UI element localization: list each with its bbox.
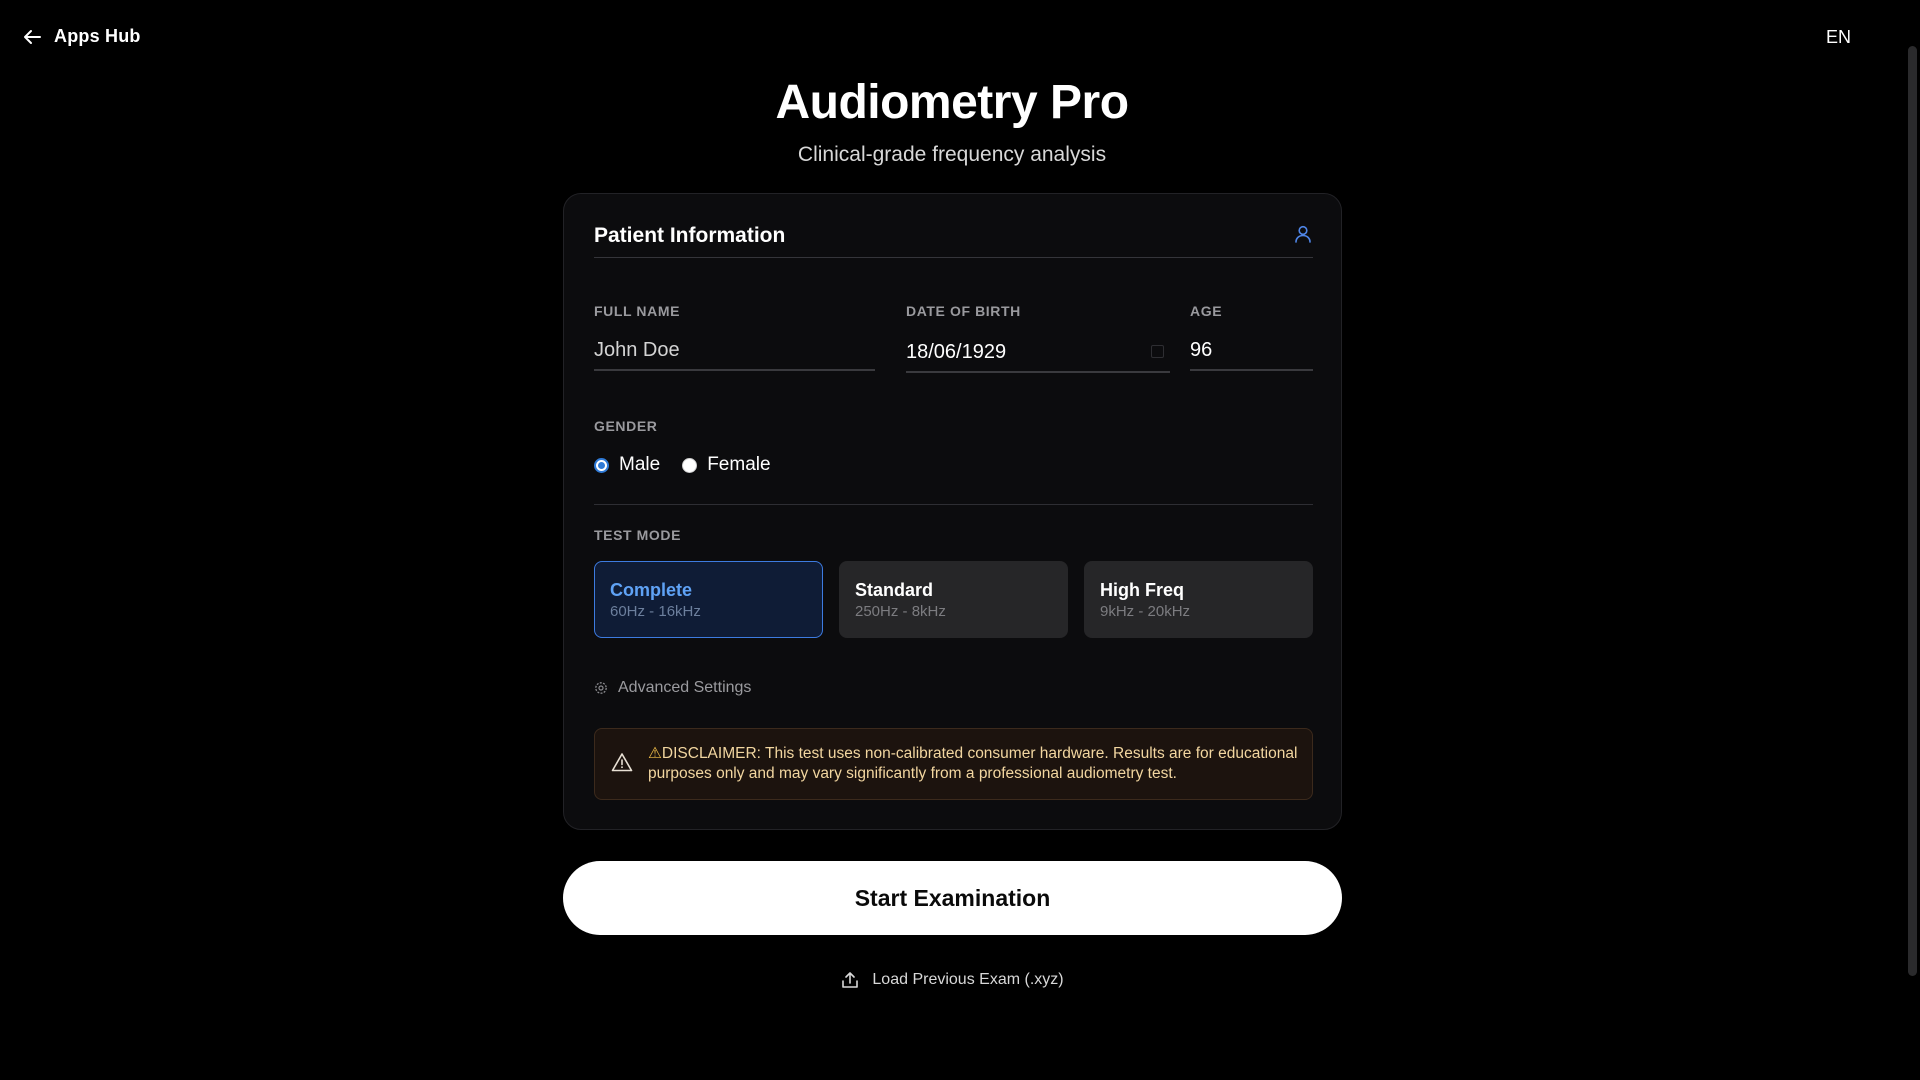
gender-option-male[interactable]: Male	[594, 454, 660, 476]
disclaimer-box: ⚠DISCLAIMER: This test uses non-calibrat…	[594, 728, 1313, 800]
mode-name: Complete	[610, 580, 693, 600]
mode-range: 9kHz - 20kHz	[1100, 603, 1191, 620]
top-bar: Apps Hub EN	[0, 0, 1920, 76]
female-radio[interactable]	[682, 457, 698, 473]
patient-card-header: Patient Information	[594, 224, 1313, 258]
mode-range: 60Hz - 16kHz	[610, 603, 701, 620]
advanced-settings-label: Advanced Settings	[618, 679, 752, 696]
test-mode-complete[interactable]: Complete 60Hz - 16kHz	[594, 561, 823, 638]
user-icon	[1295, 225, 1311, 243]
start-examination-button[interactable]: Start Examination	[563, 861, 1342, 935]
back-to-apps-hub-link[interactable]: Apps Hub	[22, 26, 141, 47]
male-radio-label[interactable]: Male	[619, 454, 660, 476]
page-subtitle: Clinical-grade frequency analysis	[797, 143, 1107, 166]
disclaimer-text-wrapper: ⚠DISCLAIMER: This test uses non-calibrat…	[648, 744, 1298, 784]
disclaimer-text: DISCLAIMER: This test uses non-calibrate…	[648, 745, 1298, 782]
warning-emoji-icon: ⚠	[648, 745, 662, 762]
load-previous-exam-link[interactable]: Load Previous Exam (.xyz)	[0, 970, 1904, 990]
arrow-left-icon	[24, 29, 41, 44]
warning-triangle-icon	[611, 753, 633, 772]
gender-radio-group: Male Female	[594, 453, 793, 477]
age-label: AGE	[1190, 303, 1223, 319]
full-name-label: FULL NAME	[594, 303, 681, 319]
test-mode-label: TEST MODE	[594, 527, 682, 543]
mode-name: High Freq	[1100, 580, 1184, 600]
calendar-icon[interactable]	[1151, 345, 1164, 358]
scrollbar-thumb[interactable]	[1908, 46, 1917, 976]
age-input[interactable]	[1190, 331, 1313, 371]
date-of-birth-input[interactable]	[906, 333, 1170, 373]
load-previous-exam-label: Load Previous Exam (.xyz)	[872, 971, 1064, 988]
page-header: Audiometry Pro Clinical-grade frequency …	[0, 74, 1904, 168]
advanced-settings-toggle[interactable]: Advanced Settings	[594, 679, 751, 697]
mode-name: Standard	[855, 580, 934, 600]
patient-card: Patient Information FULL NAME DATE OF BI…	[563, 193, 1342, 830]
back-link-label: Apps Hub	[54, 26, 141, 46]
gender-option-female[interactable]: Female	[682, 454, 771, 476]
upload-icon	[842, 972, 859, 988]
full-name-input[interactable]	[594, 331, 875, 371]
section-divider	[594, 504, 1313, 505]
gender-label: GENDER	[594, 418, 658, 434]
female-radio-label[interactable]: Female	[707, 454, 770, 476]
date-of-birth-label: DATE OF BIRTH	[906, 303, 1021, 319]
mode-range: 250Hz - 8kHz	[855, 603, 946, 620]
male-radio[interactable]	[594, 457, 609, 473]
test-mode-standard[interactable]: Standard 250Hz - 8kHz	[839, 561, 1068, 638]
test-mode-high-freq[interactable]: High Freq 9kHz - 20kHz	[1084, 561, 1313, 638]
page-title: Audiometry Pro	[775, 76, 1129, 129]
patient-section-title: Patient Information	[594, 224, 786, 247]
language-selector[interactable]: EN	[1826, 27, 1851, 48]
gear-icon	[595, 682, 607, 694]
